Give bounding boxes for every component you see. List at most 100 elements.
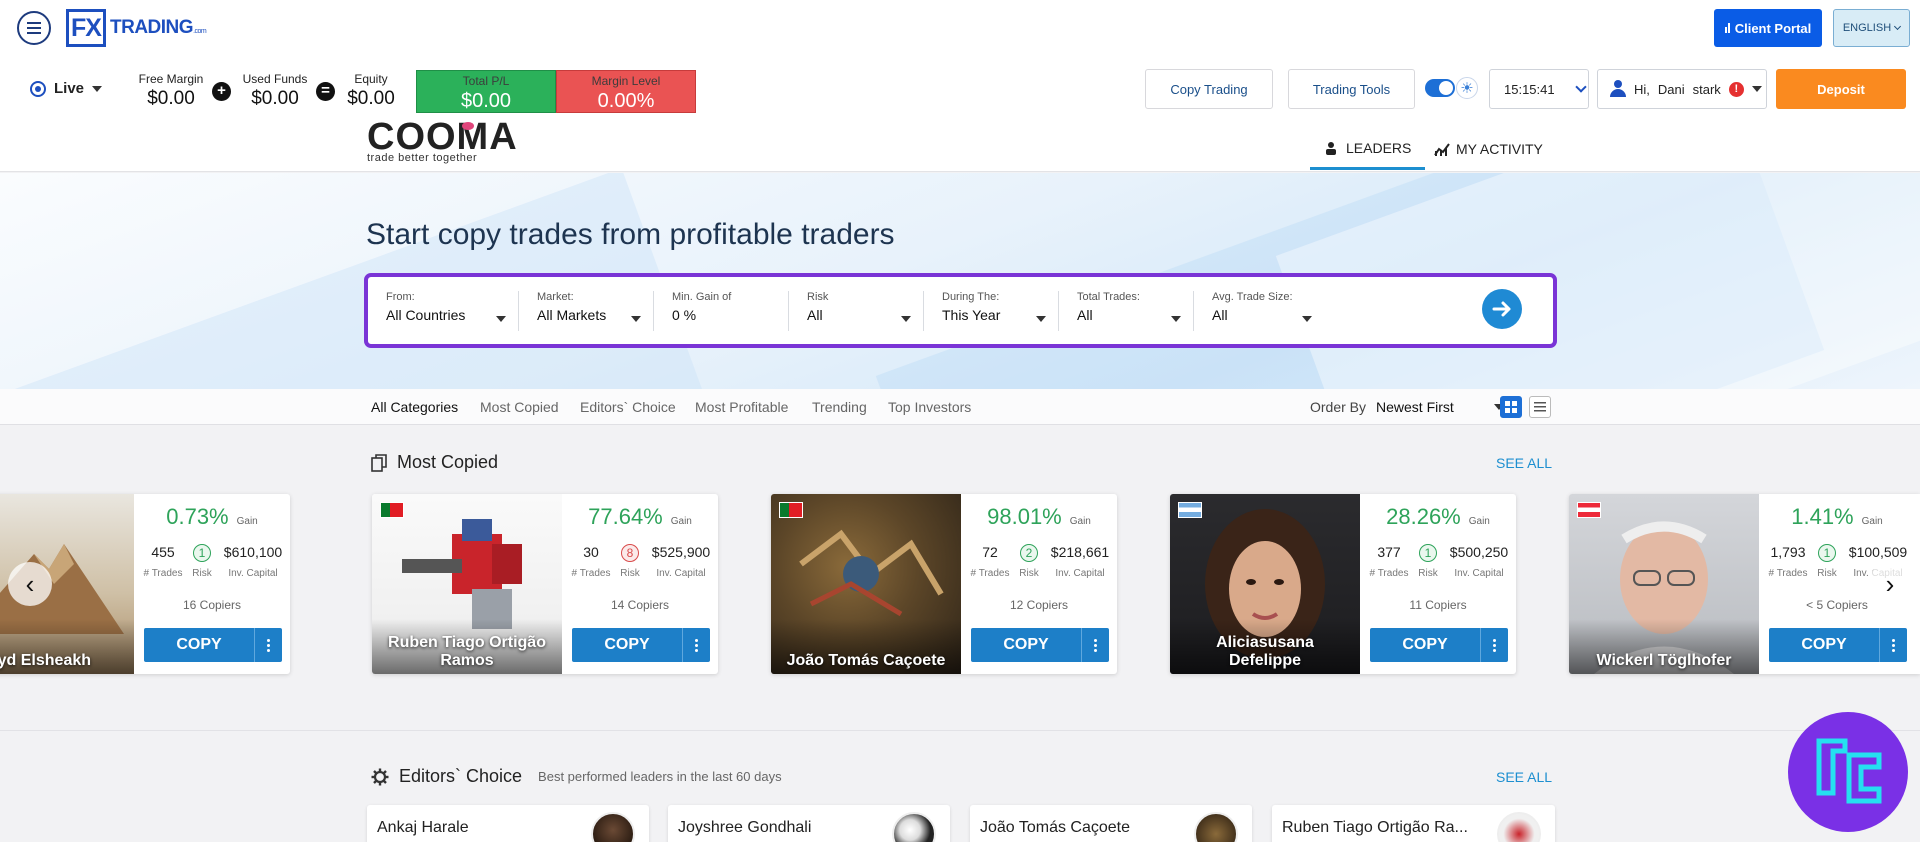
editors-choice-see-all[interactable]: SEE ALL [1496, 769, 1552, 785]
theme-toggle[interactable] [1425, 79, 1455, 97]
clock-time: 15:15:41 [1504, 81, 1555, 97]
copy-button[interactable]: COPY [1769, 628, 1907, 662]
risk-label: Risk [1418, 568, 1438, 579]
category-trending[interactable]: Trending [812, 389, 867, 425]
filter-min-gain[interactable]: Min. Gain of 0 % [654, 291, 789, 331]
caret-down-icon [92, 85, 103, 92]
leader-photo[interactable]: Aliciasusana Defelippe [1170, 494, 1360, 674]
carousel-next-button[interactable]: › [1868, 562, 1912, 606]
risk-score: 1 [193, 544, 211, 562]
copy-button[interactable]: COPY [572, 628, 710, 662]
editors-card[interactable]: João Tomás Caçoete [970, 805, 1252, 842]
caret-down-icon [631, 316, 641, 322]
leader-photo[interactable]: Wickerl Töglhofer [1569, 494, 1759, 674]
most-copied-title: Most Copied [397, 452, 499, 472]
cooma-wordmark-end: A [489, 116, 518, 158]
list-view-button[interactable] [1529, 396, 1551, 418]
hero-title: Start copy trades from profitable trader… [366, 218, 895, 251]
account-mode-select[interactable]: Live [30, 80, 103, 97]
filter-total-trades[interactable]: Total Trades: All [1059, 291, 1194, 331]
more-options-icon[interactable] [1879, 628, 1907, 662]
gain-label: Gain [1069, 516, 1091, 527]
caret-down-icon [496, 316, 506, 322]
filter-risk[interactable]: Risk All [789, 291, 924, 331]
fxtrading-logo[interactable]: FX TRADING.com [66, 9, 207, 47]
filter-from-label: From: [386, 291, 415, 303]
deposit-button[interactable]: Deposit [1776, 69, 1906, 109]
client-portal-button[interactable]: Client Portal [1714, 9, 1822, 47]
menu-icon[interactable] [17, 11, 51, 45]
gain-value: 77.64% [588, 504, 663, 529]
portugal-flag-icon [779, 502, 803, 518]
category-all[interactable]: All Categories [371, 389, 458, 425]
filter-during-label: During The: [942, 291, 1000, 303]
trading-tools-button[interactable]: Trading Tools [1288, 69, 1415, 109]
equity-value: $0.00 [347, 88, 395, 109]
search-arrow-button[interactable] [1482, 289, 1522, 329]
tab-leaders[interactable]: LEADERS [1310, 128, 1426, 170]
filter-avg-trade-size-label: Avg. Trade Size: [1212, 291, 1293, 303]
gain-value: 0.73% [166, 504, 229, 529]
filter-from[interactable]: From: All Countries [368, 291, 519, 331]
logo-mark: FX [66, 9, 106, 47]
category-editors-choice[interactable]: Editors` Choice [580, 389, 676, 425]
most-copied-see-all[interactable]: SEE ALL [1496, 455, 1552, 471]
equity-label: Equity [354, 72, 388, 86]
cooma-logo[interactable]: COOMA trade better together [367, 118, 518, 164]
language-label: ENGLISH [1842, 22, 1892, 34]
filter-market[interactable]: Market: All Markets [519, 291, 654, 331]
trades-value: 377 [1377, 544, 1401, 560]
category-top-investors[interactable]: Top Investors [888, 389, 971, 425]
editors-card[interactable]: Ankaj Harale [367, 805, 649, 842]
section-divider [0, 730, 1920, 731]
trades-value: 1,793 [1770, 544, 1806, 560]
carousel-prev-button[interactable]: ‹ [8, 562, 52, 606]
editors-choice-subtitle: Best performed leaders in the last 60 da… [538, 769, 782, 784]
editors-card[interactable]: Ruben Tiago Ortigão Ra... [1272, 805, 1555, 842]
order-by-value[interactable]: Newest First [1376, 399, 1476, 415]
leader-name: Ruben Tiago Ortigão Ramos [388, 634, 546, 669]
user-menu[interactable]: Hi, Dani stark ! [1597, 69, 1767, 109]
leader-photo[interactable]: João Tomás Caçoete [771, 494, 961, 674]
more-options-icon[interactable] [254, 628, 282, 662]
more-options-icon[interactable] [1480, 628, 1508, 662]
leader-photo[interactable]: Ruben Tiago Ortigão Ramos [372, 494, 562, 674]
bar-chart-icon [1724, 23, 1730, 33]
copy-trading-button[interactable]: Copy Trading [1145, 69, 1273, 109]
time-select[interactable]: 15:15:41 [1489, 69, 1589, 109]
avatar [892, 812, 936, 842]
tab-my-activity[interactable]: MY ACTIVITY [1420, 128, 1557, 170]
copy-button[interactable]: COPY [971, 628, 1109, 662]
copy-button[interactable]: COPY [144, 628, 282, 662]
filter-bar: From: All Countries Market: All Markets … [364, 273, 1557, 348]
capital-label: Inv. Capital [228, 568, 278, 579]
deposit-label: Deposit [1817, 81, 1865, 97]
editors-card[interactable]: Joyshree Gondhali [668, 805, 950, 842]
category-most-copied[interactable]: Most Copied [480, 389, 559, 425]
leader-card: Aliciasusana Defelippe 28.26% Gain 377 # T… [1170, 494, 1516, 674]
editors-choice-title: Editors` Choice [399, 766, 523, 786]
leader-name: João Tomás Caçoete [980, 819, 1131, 836]
leader-name: João Tomás Caçoete [786, 652, 946, 669]
trades-label: # Trades [1369, 568, 1409, 579]
capital-value: $218,661 [1050, 544, 1110, 560]
grid-view-button[interactable] [1500, 396, 1522, 418]
trades-label: # Trades [970, 568, 1010, 579]
alert-icon: ! [1728, 81, 1744, 97]
copy-button[interactable]: COPY [1370, 628, 1508, 662]
margin-level-value: 0.00% [597, 90, 655, 112]
copy-label: COPY [604, 636, 650, 653]
filter-during[interactable]: During The: This Year [924, 291, 1059, 331]
leader-name: Ankaj Harale [377, 819, 469, 836]
language-select[interactable]: ENGLISH [1833, 9, 1910, 47]
category-most-profitable[interactable]: Most Profitable [695, 389, 788, 425]
filter-risk-label: Risk [807, 291, 829, 303]
filter-min-gain-label: Min. Gain of [672, 291, 732, 303]
free-margin-value: $0.00 [147, 88, 195, 109]
tc-logo-icon [1816, 738, 1882, 804]
filter-avg-trade-size[interactable]: Avg. Trade Size: All [1194, 291, 1324, 331]
caret-down-icon [901, 316, 911, 322]
more-options-icon[interactable] [682, 628, 710, 662]
more-options-icon[interactable] [1081, 628, 1109, 662]
gain-label: Gain [670, 516, 692, 527]
